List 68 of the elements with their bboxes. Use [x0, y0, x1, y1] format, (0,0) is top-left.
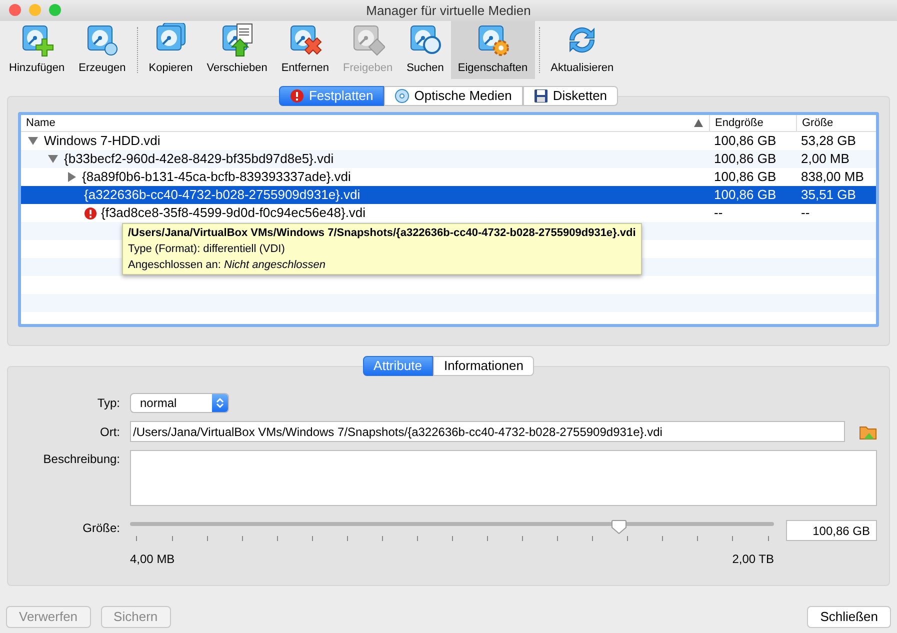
disk-plus-icon — [20, 23, 54, 57]
medium-name: {a322636b-cc40-4732-b028-2755909d931e}.vdi — [84, 186, 360, 204]
slider-min-label: 4,00 MB — [130, 551, 175, 568]
tooltip-line: /Users/Jana/VirtualBox VMs/Windows 7/Snapshots/{a322636b-cc40-4732-b028-2755909d931e}.vdi — [128, 226, 636, 241]
column-header[interactable]: Größe — [802, 115, 834, 132]
table-cell: 100,86 GB — [714, 187, 776, 202]
toolbar-button[interactable]: Entfernen — [274, 21, 336, 79]
dialog-button[interactable]: Schließen — [807, 606, 891, 628]
field-label: Größe: — [82, 520, 120, 537]
table-cell: -- — [801, 205, 810, 220]
column-header[interactable]: Endgröße — [715, 115, 764, 132]
sort-arrow-icon[interactable] — [694, 119, 703, 127]
type-select[interactable]: normal — [130, 393, 229, 413]
disk-document-arrow-icon — [220, 23, 254, 57]
disc-icon — [395, 89, 410, 103]
tree-row[interactable]: {a322636b-cc40-4732-b028-2755909d931e}.vdi 100,86 GB 35,51 GB — [21, 186, 876, 204]
medium-name: {8a89f0b6-b131-45ca-bcfb-839393337ade}.vdi — [82, 168, 351, 186]
toolbar-button[interactable]: Kopieren — [142, 21, 200, 79]
table-cell: 100,86 GB — [714, 169, 776, 184]
table-cell: 35,51 GB — [801, 187, 856, 202]
close-button[interactable] — [9, 4, 21, 16]
updown-arrows-icon — [216, 397, 224, 409]
toolbar-button[interactable]: Suchen — [400, 21, 451, 79]
toolbar-button[interactable]: Verschieben — [200, 21, 274, 79]
size-slider[interactable] — [130, 520, 774, 542]
field-label: Typ: — [96, 395, 120, 412]
slider-max-label: 2,00 TB — [732, 551, 774, 568]
toolbar-button[interactable]: Aktualisieren — [544, 21, 621, 79]
field-label: Ort: — [99, 424, 120, 440]
tooltip-line: Angeschlossen an: Nicht angeschlossen — [128, 258, 327, 273]
disk-gear-icon — [476, 23, 510, 57]
disk-magnifier-icon — [408, 23, 442, 57]
tree-row[interactable]: {b33becf2-960d-42e8-8429-bf35bd97d8e5}.vdi 100,86 GB 2,00 MB — [21, 150, 876, 168]
folder-icon[interactable] — [859, 424, 877, 440]
tree-row[interactable]: {8a89f0b6-b131-45ca-bcfb-839393337ade}.vdi 100,86 GB 838,00 MB — [21, 168, 876, 186]
tooltip-line: Type (Format): differentiell (VDI) — [128, 242, 286, 257]
zoom-button[interactable] — [49, 4, 61, 16]
size-field[interactable]: 100,86 GB — [786, 520, 877, 541]
table-cell: 838,00 MB — [801, 169, 864, 184]
tree-row[interactable]: {f3ad8ce8-35f8-4599-9d0d-f0c94ec56e48}.vdi -- -- — [21, 204, 876, 222]
media-tab[interactable]: Optische Medien — [384, 86, 523, 106]
tree-row[interactable]: Windows 7-HDD.vdi 100,86 GB 53,28 GB — [21, 132, 876, 150]
medium-name: {f3ad8ce8-35f8-4599-9d0d-f0c94ec56e48}.vdi — [101, 204, 366, 222]
collapse-triangle-icon[interactable] — [48, 155, 58, 163]
toolbar-button[interactable]: Erzeugen — [72, 21, 133, 79]
field-label: Beschreibung: — [42, 451, 120, 468]
medium-name: {b33becf2-960d-42e8-8429-bf35bd97d8e5}.vdi — [64, 150, 334, 168]
disk-circle-icon — [85, 23, 120, 57]
medium-name: Windows 7-HDD.vdi — [44, 132, 160, 150]
error-icon — [290, 89, 304, 103]
disk-cross-icon — [288, 23, 322, 57]
media-tab[interactable]: Disketten — [522, 86, 618, 106]
window-title: Manager für virtuelle Medien — [366, 2, 531, 19]
toolbar-button[interactable]: Hinzufügen — [2, 21, 72, 79]
slider-thumb[interactable] — [611, 520, 628, 534]
table-cell: 100,86 GB — [714, 151, 776, 166]
collapse-triangle-icon[interactable] — [28, 137, 38, 145]
expand-triangle-icon[interactable] — [68, 172, 76, 182]
column-header[interactable]: Name — [26, 115, 56, 132]
table-cell: 100,86 GB — [714, 133, 776, 148]
location-field[interactable]: /Users/Jana/VirtualBox VMs/Windows 7/Snapshots/{a322636b-cc40-4732-b028-2755909d931e}.vdi — [130, 421, 845, 442]
description-field[interactable] — [130, 450, 877, 506]
toolbar-button[interactable]: Eigenschaften — [450, 21, 535, 79]
floppy-icon — [534, 89, 548, 103]
table-cell: 53,28 GB — [801, 133, 856, 148]
detail-tab[interactable]: Informationen — [432, 356, 534, 376]
table-cell: -- — [714, 205, 723, 220]
table-cell: 2,00 MB — [801, 151, 850, 166]
